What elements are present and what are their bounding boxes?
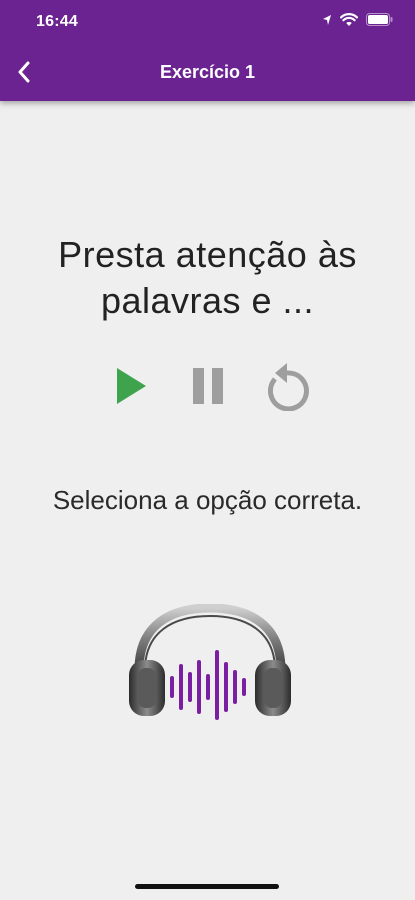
exercise-prompt: Presta atenção às palavras e ... [58, 234, 357, 321]
home-indicator[interactable] [135, 884, 279, 889]
status-icons [322, 12, 393, 32]
app-bar: 16:44 Exercício 1 [0, 0, 415, 101]
audio-controls [0, 362, 415, 414]
exercise-instruction: Seleciona a opção correta. [52, 485, 363, 515]
pause-icon [191, 367, 225, 410]
location-arrow-icon [322, 13, 332, 31]
page-title: Exercício 1 [159, 62, 256, 82]
status-time: 16:44 [36, 13, 78, 30]
headphones-soundwave-icon [125, 603, 295, 724]
wifi-icon [339, 12, 359, 32]
play-icon [114, 366, 148, 411]
play-button[interactable] [105, 362, 157, 414]
pause-button[interactable] [182, 362, 234, 414]
replay-icon [263, 361, 311, 416]
headphones-illustration [125, 603, 295, 720]
replay-button[interactable] [261, 362, 313, 414]
battery-icon [366, 13, 393, 31]
